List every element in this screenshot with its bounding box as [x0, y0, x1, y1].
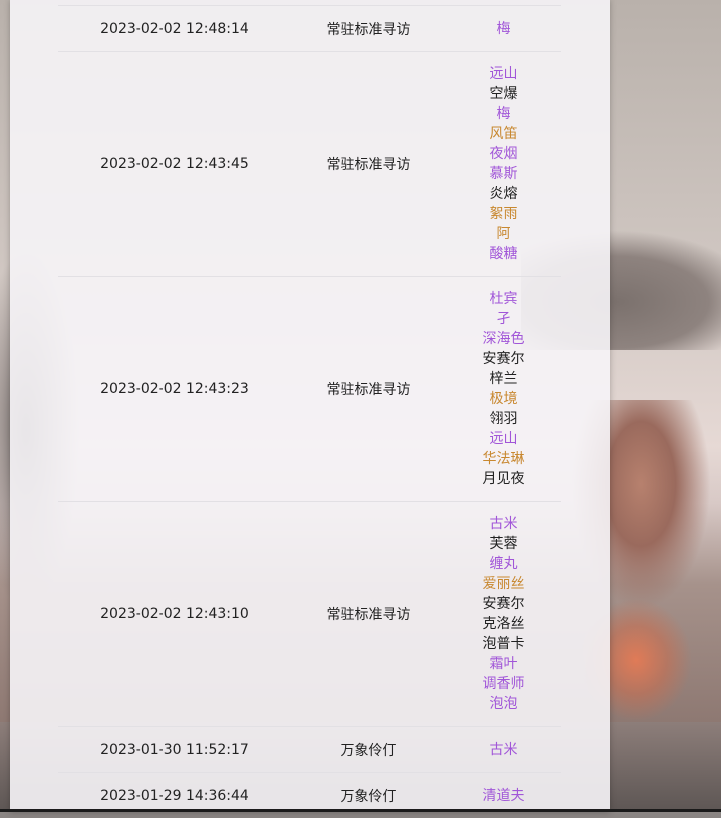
- table-row: 2023-02-02 12:48:14常驻标准寻访梅: [58, 6, 561, 52]
- table-row: 2023-02-02 12:43:45常驻标准寻访远山空爆梅风笛夜烟慕斯炎熔絮雨…: [58, 52, 561, 277]
- operator-name: 爱丽丝: [446, 574, 561, 594]
- operator-name: 杜宾: [446, 289, 561, 309]
- records-panel: 2023-02-02 12:48:14常驻标准寻访梅2023-02-02 12:…: [10, 0, 610, 812]
- operator-name: 华法琳: [446, 449, 561, 469]
- operator-name: 阿: [446, 224, 561, 244]
- record-items: 古米: [446, 727, 561, 773]
- operator-name: 霜叶: [446, 654, 561, 674]
- records-table: 2023-02-02 12:48:14常驻标准寻访梅2023-02-02 12:…: [58, 5, 561, 818]
- operator-name: 深海色: [446, 329, 561, 349]
- operator-name: 翎羽: [446, 409, 561, 429]
- record-pool: 常驻标准寻访: [291, 6, 446, 52]
- operator-name: 清道夫: [446, 786, 561, 806]
- records-table-body: 2023-02-02 12:48:14常驻标准寻访梅2023-02-02 12:…: [58, 6, 561, 818]
- operator-name: 调香师: [446, 674, 561, 694]
- operator-name: 缠丸: [446, 554, 561, 574]
- record-pool: 常驻标准寻访: [291, 52, 446, 277]
- record-time: 2023-02-02 12:48:14: [58, 6, 291, 52]
- operator-name: 古米: [446, 514, 561, 534]
- operator-name: 远山: [446, 429, 561, 449]
- operator-name: 慕斯: [446, 164, 561, 184]
- record-time: 2023-01-30 11:52:17: [58, 727, 291, 773]
- operator-name: 安赛尔: [446, 594, 561, 614]
- record-time: 2023-02-02 12:43:45: [58, 52, 291, 277]
- record-pool: 万象伶仃: [291, 727, 446, 773]
- record-time: 2023-02-02 12:43:23: [58, 277, 291, 502]
- record-items: 远山空爆梅风笛夜烟慕斯炎熔絮雨阿酸糖: [446, 52, 561, 277]
- operator-name: 古米: [446, 740, 561, 760]
- table-row: 2023-01-30 11:52:17万象伶仃古米: [58, 727, 561, 773]
- table-row: 2023-02-02 12:43:23常驻标准寻访杜宾孑深海色安赛尔梓兰极境翎羽…: [58, 277, 561, 502]
- record-items: 杜宾孑深海色安赛尔梓兰极境翎羽远山华法琳月见夜: [446, 277, 561, 502]
- operator-name: 泡普卡: [446, 634, 561, 654]
- record-items: 古米芙蓉缠丸爱丽丝安赛尔克洛丝泡普卡霜叶调香师泡泡: [446, 502, 561, 727]
- operator-name: 月见夜: [446, 469, 561, 489]
- operator-name: 夜烟: [446, 144, 561, 164]
- record-pool: 常驻标准寻访: [291, 502, 446, 727]
- table-row: 2023-02-02 12:43:10常驻标准寻访古米芙蓉缠丸爱丽丝安赛尔克洛丝…: [58, 502, 561, 727]
- operator-name: 远山: [446, 64, 561, 84]
- operator-name: 梓兰: [446, 369, 561, 389]
- operator-name: 克洛丝: [446, 614, 561, 634]
- operator-name: 炎熔: [446, 184, 561, 204]
- operator-name: 安赛尔: [446, 349, 561, 369]
- operator-name: 泡泡: [446, 694, 561, 714]
- operator-name: 絮雨: [446, 204, 561, 224]
- operator-name: 芙蓉: [446, 534, 561, 554]
- record-time: 2023-02-02 12:43:10: [58, 502, 291, 727]
- operator-name: 空爆: [446, 84, 561, 104]
- operator-name: 孑: [446, 309, 561, 329]
- operator-name: 梅: [446, 19, 561, 39]
- operator-name: 极境: [446, 389, 561, 409]
- operator-name: 酸糖: [446, 244, 561, 264]
- operator-name: 梅: [446, 104, 561, 124]
- record-items: 梅: [446, 6, 561, 52]
- record-pool: 常驻标准寻访: [291, 277, 446, 502]
- operator-name: 风笛: [446, 124, 561, 144]
